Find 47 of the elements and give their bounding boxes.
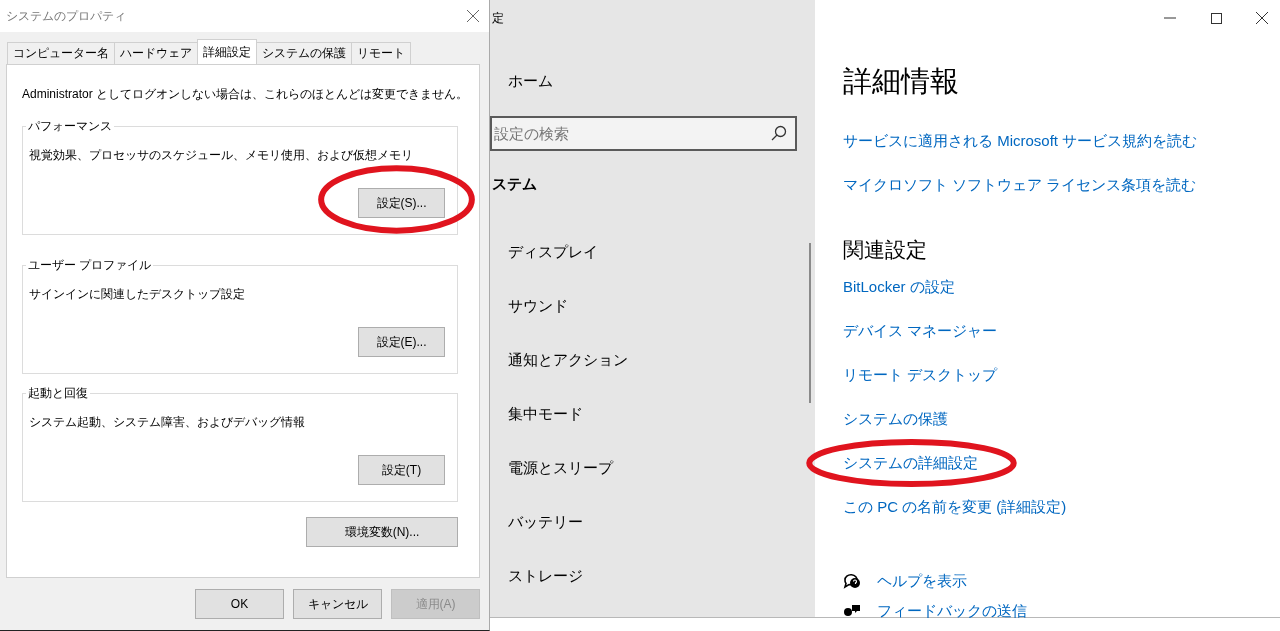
group-title: 起動と回復: [26, 386, 90, 401]
nav-item[interactable]: 電源とスリープ: [508, 457, 613, 479]
help-chat-icon: [843, 573, 861, 589]
nav-item[interactable]: 通知とアクション: [508, 349, 628, 371]
settings-button[interactable]: 設定(T): [358, 455, 445, 485]
close-icon[interactable]: [467, 10, 479, 22]
nav-item[interactable]: ディスプレイ: [508, 241, 598, 263]
group-description: システム起動、システム障害、およびデバッグ情報: [29, 414, 306, 431]
group-title: パフォーマンス: [26, 119, 114, 134]
link[interactable]: システムの詳細設定: [843, 452, 978, 474]
nav-item[interactable]: 集中モード: [508, 403, 583, 425]
dialog-button[interactable]: キャンセル: [293, 589, 382, 619]
maximize-icon[interactable]: [1210, 12, 1222, 24]
link[interactable]: リモート デスクトップ: [843, 364, 998, 386]
tab[interactable]: コンピューター名: [7, 42, 115, 64]
home-nav-item[interactable]: ホーム: [508, 72, 553, 94]
tab[interactable]: 詳細設定: [197, 39, 257, 64]
link[interactable]: この PC の名前を変更 (詳細設定): [843, 496, 1067, 518]
search-icon: [771, 125, 787, 141]
page-title: 詳細情報: [843, 64, 960, 99]
feedback-icon: [843, 604, 861, 618]
group-description: 視覚効果、プロセッサのスケジュール、メモリ使用、および仮想メモリ: [29, 147, 414, 164]
search-field[interactable]: 設定の検索: [490, 116, 797, 151]
close-icon[interactable]: [1256, 12, 1268, 24]
settings-button[interactable]: 設定(S)...: [358, 188, 445, 218]
group-description: サインインに関連したデスクトップ設定: [29, 286, 246, 303]
nav-section-heading: ステム: [491, 175, 538, 194]
notice-text: Administrator としてログオンしない場合は、これらのほとんどは変更できません。: [22, 86, 458, 103]
scrollbar[interactable]: [809, 243, 811, 403]
link[interactable]: デバイス マネージャー: [843, 320, 998, 342]
dialog-title: システムのプロパティ: [6, 7, 126, 25]
link[interactable]: サービスに適用される Microsoft サービス規約を読む: [843, 130, 1198, 152]
nav-item[interactable]: サウンド: [508, 295, 568, 317]
nav-item[interactable]: ストレージ: [508, 565, 583, 587]
link[interactable]: フィードバックの送信: [877, 600, 1027, 622]
link[interactable]: BitLocker の設定: [843, 276, 955, 298]
section-heading: 関連設定: [843, 237, 928, 263]
window-title: 定: [491, 10, 505, 27]
nav-item[interactable]: バッテリー: [508, 511, 583, 533]
group-title: ユーザー プロファイル: [26, 258, 154, 273]
tab[interactable]: リモート: [351, 42, 411, 64]
environment-variables-button[interactable]: 環境変数(N)...: [306, 517, 458, 547]
link[interactable]: システムの保護: [843, 408, 948, 430]
settings-button[interactable]: 設定(E)...: [358, 327, 445, 357]
link[interactable]: ヘルプを表示: [877, 570, 967, 592]
dialog-button[interactable]: OK: [195, 589, 284, 619]
link[interactable]: マイクロソフト ソフトウェア ライセンス条項を読む: [843, 174, 1197, 196]
